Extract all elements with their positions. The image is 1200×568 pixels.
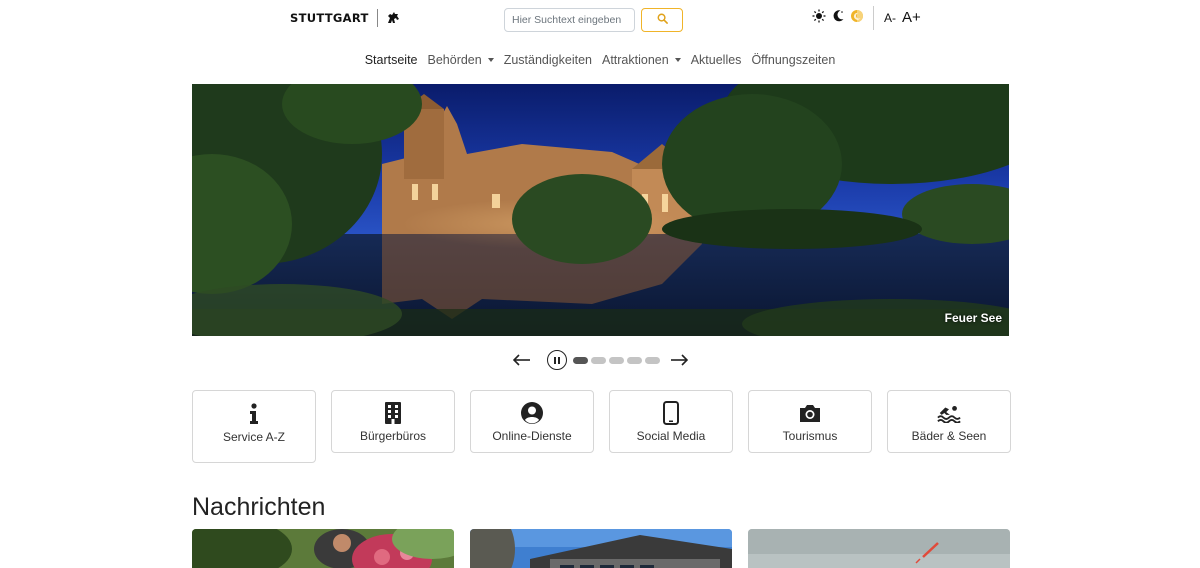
tile-label: Service A-Z: [222, 429, 285, 444]
hero-slide-image[interactable]: Feuer See: [192, 84, 1009, 336]
next-slide-button[interactable]: [668, 350, 690, 370]
horse-crest-icon: [386, 11, 400, 25]
nav-label: Öffnungszeiten: [751, 53, 836, 67]
pause-icon-bar: [557, 356, 560, 364]
smartphone-icon: [659, 400, 683, 425]
news-cards: [192, 529, 1010, 568]
nav-label: Attraktionen: [601, 53, 669, 67]
tile-tourismus[interactable]: Tourismus: [748, 390, 872, 453]
main-navigation: Startseite Behörden Zuständigkeiten Attr…: [0, 53, 1200, 67]
search-form: [504, 8, 683, 32]
building-icon: [381, 401, 405, 425]
nav-aktuelles[interactable]: Aktuelles: [691, 53, 742, 67]
carousel-controls: [0, 350, 1200, 370]
nav-label: Zuständigkeiten: [503, 53, 592, 67]
moon-icon[interactable]: [831, 9, 845, 23]
pause-icon: [553, 356, 556, 364]
sun-icon[interactable]: [812, 9, 826, 23]
tile-social-media[interactable]: Social Media: [609, 390, 733, 453]
nav-label: Behörden: [427, 53, 482, 67]
header-divider: [873, 6, 874, 30]
slide-indicators: [572, 356, 660, 364]
tile-label: Tourismus: [782, 428, 838, 443]
news-card-image-2[interactable]: [470, 529, 732, 568]
user-circle-icon: [520, 401, 544, 425]
caret-down-icon: [674, 58, 681, 62]
tile-baeder-seen[interactable]: Bäder & Seen: [887, 390, 1011, 453]
search-icon: [657, 11, 668, 29]
tile-label: Online-Dienste: [492, 428, 572, 443]
nav-label: Aktuelles: [690, 53, 742, 67]
slide-indicator-5[interactable]: [644, 356, 660, 364]
logo-divider: [376, 9, 378, 27]
tile-label: Bürgerbüros: [359, 428, 427, 443]
service-tiles: Service A-Z Bürgerbüros Online-Dienste S…: [192, 390, 1011, 463]
tile-label: Social Media: [636, 428, 706, 443]
news-heading: Nachrichten: [192, 493, 326, 521]
logo-text: STUTTGART: [290, 11, 369, 25]
tile-service-a-z[interactable]: Service A-Z: [192, 390, 316, 463]
slide-indicator-2[interactable]: [590, 356, 606, 364]
auto-theme-icon[interactable]: [850, 9, 864, 23]
camera-icon: [798, 401, 822, 425]
slide-indicator-3[interactable]: [608, 356, 624, 364]
theme-switcher: [812, 9, 864, 23]
nav-label: Startseite: [364, 53, 418, 67]
caret-down-icon: [487, 58, 494, 62]
hero-caption: Feuer See: [944, 311, 1002, 325]
news-card-image-3[interactable]: [748, 529, 1010, 568]
slide-indicator-1[interactable]: [572, 356, 588, 364]
info-icon: [242, 402, 266, 426]
search-input[interactable]: [504, 8, 635, 32]
stuttgart-logo[interactable]: STUTTGART: [290, 9, 400, 27]
font-increase-button[interactable]: A+: [902, 9, 921, 26]
tile-buergerbueros[interactable]: Bürgerbüros: [331, 390, 455, 453]
nav-attraktionen[interactable]: Attraktionen: [602, 53, 681, 67]
font-decrease-button[interactable]: A-: [884, 11, 896, 25]
previous-slide-button[interactable]: [511, 350, 533, 370]
font-size-controls: A- A+: [884, 9, 921, 26]
arrow-left-icon: [512, 354, 530, 366]
swimmer-icon: [937, 401, 961, 425]
pause-button[interactable]: [546, 350, 567, 370]
tile-label: Bäder & Seen: [911, 428, 987, 443]
arrow-right-icon: [670, 354, 688, 366]
nav-oeffnungszeiten[interactable]: Öffnungszeiten: [751, 53, 835, 67]
tile-online-dienste[interactable]: Online-Dienste: [470, 390, 594, 453]
nav-startseite[interactable]: Startseite: [365, 53, 418, 67]
news-card-image-1[interactable]: [192, 529, 454, 568]
search-button[interactable]: [641, 8, 683, 32]
nav-zustaendigkeiten[interactable]: Zuständigkeiten: [504, 53, 592, 67]
nav-behoerden[interactable]: Behörden: [428, 53, 494, 67]
slide-indicator-4[interactable]: [626, 356, 642, 364]
